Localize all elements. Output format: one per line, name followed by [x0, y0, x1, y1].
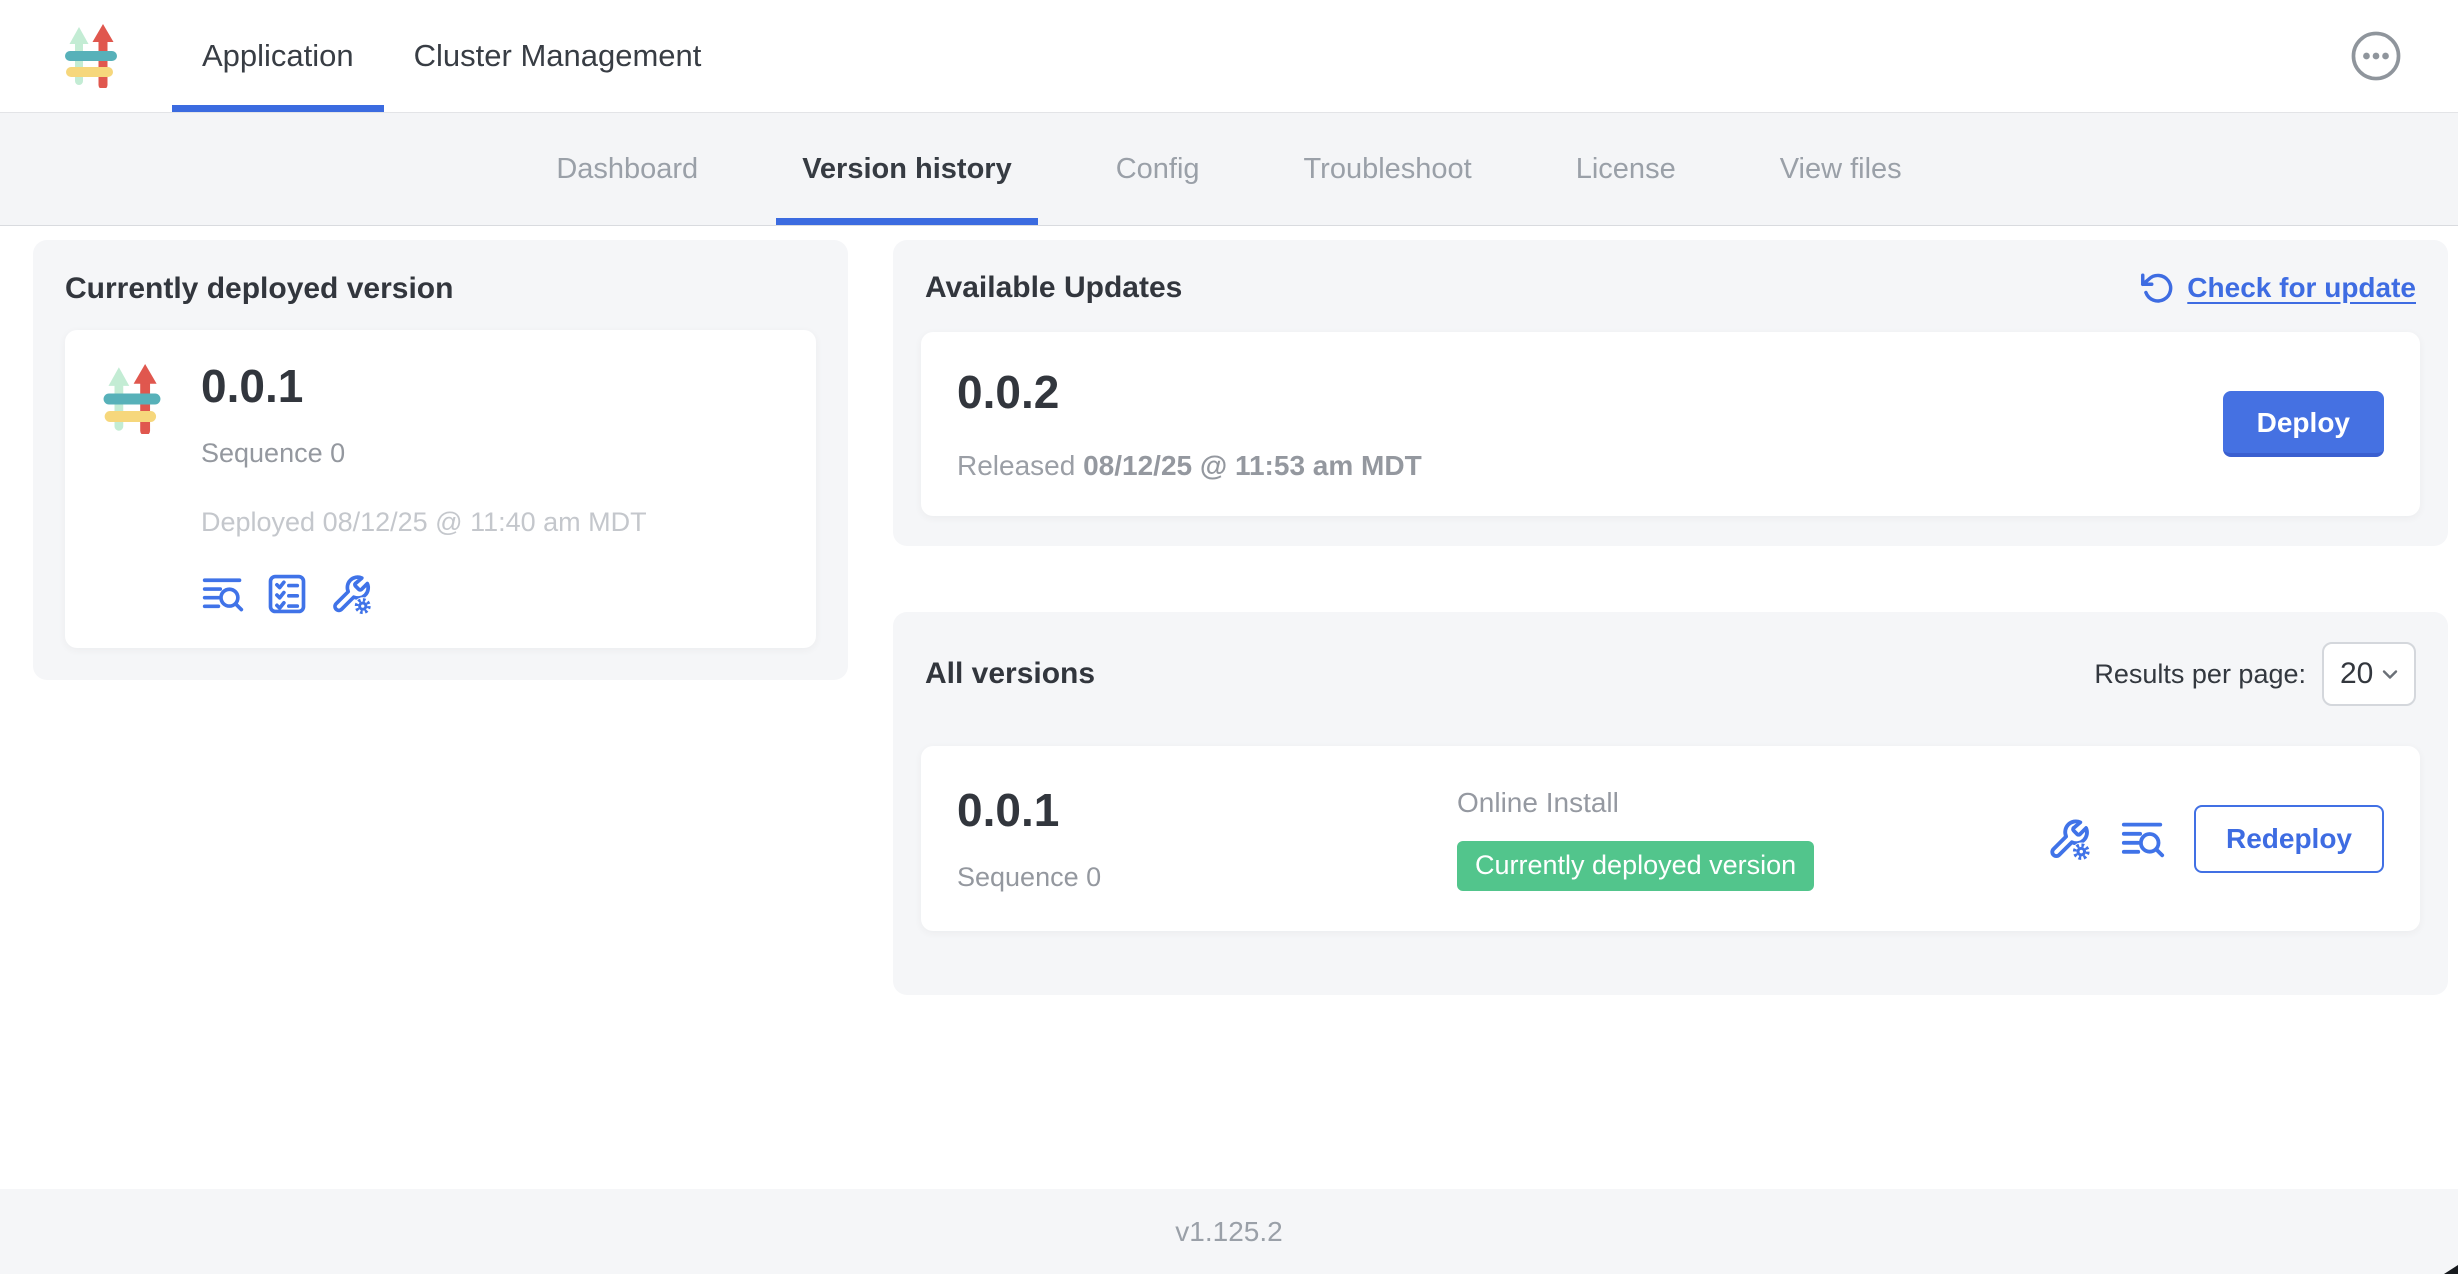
install-type-label: Online Install [1457, 787, 2046, 819]
console-version: v1.125.2 [1175, 1216, 1282, 1248]
config-icon[interactable] [2046, 816, 2092, 862]
results-per-page: Results per page: 20 [2094, 642, 2416, 706]
all-versions-title: All versions [925, 657, 1095, 691]
version-row: 0.0.1 Sequence 0 Online Install Currentl… [921, 746, 2420, 931]
app-subnav: Dashboard Version history Config Trouble… [0, 113, 2458, 226]
all-versions-panel: All versions Results per page: 20 0.0.1 … [893, 612, 2448, 995]
row-sequence: Sequence 0 [957, 862, 1457, 893]
subnav-tab-license[interactable]: License [1524, 113, 1728, 225]
subnav-tab-version-history[interactable]: Version history [750, 113, 1064, 225]
subnav-tab-license-label: License [1576, 153, 1676, 186]
subnav-tab-dashboard[interactable]: Dashboard [504, 113, 750, 225]
app-logo-icon [63, 24, 119, 88]
subnav-tab-version-history-label: Version history [802, 153, 1012, 186]
redeploy-button[interactable]: Redeploy [2194, 805, 2384, 873]
update-card: 0.0.2 Released 08/12/25 @ 11:53 am MDT D… [921, 332, 2420, 516]
ellipsis-menu-icon[interactable] [2350, 30, 2402, 82]
tab-cluster-management-label: Cluster Management [414, 38, 702, 74]
subnav-tab-config[interactable]: Config [1064, 113, 1252, 225]
deployed-version-number: 0.0.1 [201, 360, 647, 412]
update-version-number: 0.0.2 [957, 366, 1422, 418]
currently-deployed-details: 0.0.1 Sequence 0 Deployed 08/12/25 @ 11:… [201, 360, 647, 616]
update-details: 0.0.2 Released 08/12/25 @ 11:53 am MDT [957, 366, 1422, 482]
available-updates-header: Available Updates Check for update [921, 270, 2420, 306]
top-header: Application Cluster Management [0, 0, 2458, 113]
deployed-timestamp: Deployed 08/12/25 @ 11:40 am MDT [201, 507, 647, 538]
results-per-page-label: Results per page: [2094, 659, 2306, 690]
all-versions-header: All versions Results per page: 20 [921, 642, 2420, 706]
deploy-button[interactable]: Deploy [2223, 391, 2384, 457]
app-logo-icon [101, 364, 163, 434]
results-per-page-value: 20 [2340, 657, 2373, 691]
currently-deployed-badge: Currently deployed version [1457, 841, 1814, 891]
subnav-tab-troubleshoot-label: Troubleshoot [1304, 153, 1472, 186]
version-row-actions: Redeploy [2046, 805, 2384, 873]
available-updates-title: Available Updates [925, 271, 1182, 305]
subnav-tab-config-label: Config [1116, 153, 1200, 186]
tab-cluster-management[interactable]: Cluster Management [384, 0, 732, 112]
currently-deployed-panel: Currently deployed version 0.0.1 Sequenc… [33, 240, 848, 680]
check-for-update-label: Check for update [2187, 272, 2416, 304]
deployed-sequence: Sequence 0 [201, 438, 647, 469]
header-right [2350, 0, 2458, 112]
left-column: Currently deployed version 0.0.1 Sequenc… [33, 240, 848, 1189]
chevron-down-icon [2378, 662, 2402, 686]
results-per-page-select[interactable]: 20 [2322, 642, 2416, 706]
release-notes-icon[interactable] [201, 572, 245, 616]
row-version-number: 0.0.1 [957, 784, 1457, 836]
right-column: Available Updates Check for update 0.0.2… [893, 240, 2448, 1189]
window-corner-mark [2444, 1265, 2458, 1274]
released-timestamp: 08/12/25 @ 11:53 am MDT [1083, 450, 1422, 481]
subnav-tab-view-files-label: View files [1780, 153, 1902, 186]
main-content: Currently deployed version 0.0.1 Sequenc… [0, 226, 2458, 1189]
subnav-tab-view-files[interactable]: View files [1728, 113, 1954, 225]
released-prefix: Released [957, 450, 1083, 481]
subnav-tab-dashboard-label: Dashboard [556, 153, 698, 186]
version-row-status-col: Online Install Currently deployed versio… [1457, 787, 2046, 891]
currently-deployed-card: 0.0.1 Sequence 0 Deployed 08/12/25 @ 11:… [65, 330, 816, 648]
preflight-checks-icon[interactable] [265, 572, 309, 616]
tab-application[interactable]: Application [172, 0, 384, 112]
subnav-tab-troubleshoot[interactable]: Troubleshoot [1252, 113, 1524, 225]
currently-deployed-title: Currently deployed version [65, 272, 816, 306]
version-row-version-col: 0.0.1 Sequence 0 [957, 784, 1457, 893]
release-notes-icon[interactable] [2120, 816, 2166, 862]
check-for-update-link[interactable]: Check for update [2139, 270, 2416, 306]
deployed-version-actions [201, 572, 647, 616]
tab-application-label: Application [202, 38, 354, 74]
config-icon[interactable] [329, 572, 373, 616]
available-updates-panel: Available Updates Check for update 0.0.2… [893, 240, 2448, 546]
refresh-icon [2139, 270, 2175, 306]
page-footer: v1.125.2 [0, 1189, 2458, 1274]
update-released-line: Released 08/12/25 @ 11:53 am MDT [957, 450, 1422, 482]
